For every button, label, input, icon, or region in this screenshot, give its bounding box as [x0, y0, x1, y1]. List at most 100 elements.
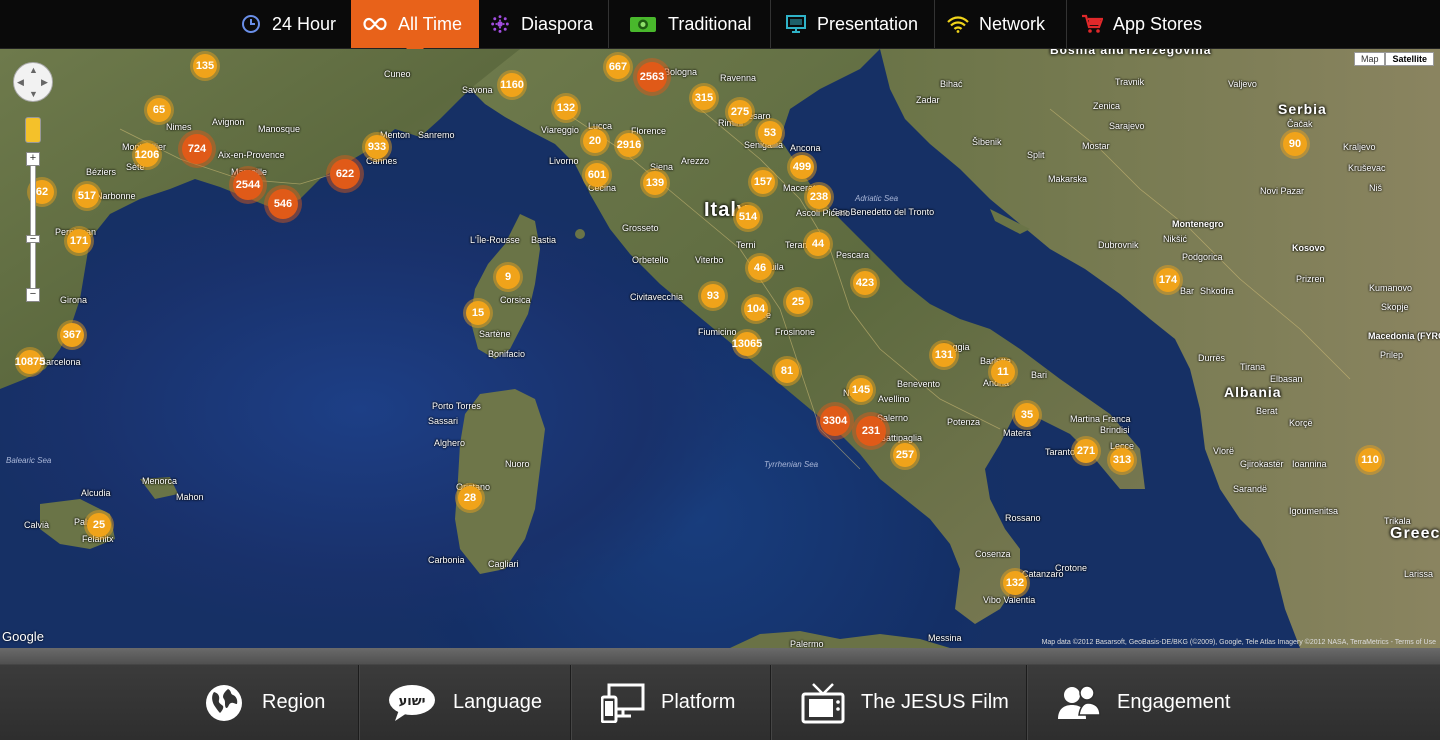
place-label: Bar — [1180, 286, 1195, 296]
monitor-icon — [785, 13, 807, 35]
map-marker[interactable]: 238 — [807, 185, 831, 209]
projector-icon — [628, 13, 658, 35]
map-marker[interactable]: 315 — [692, 86, 716, 110]
tab-traditional[interactable]: Traditional — [608, 0, 770, 48]
map-marker[interactable]: 132 — [554, 96, 578, 120]
map-marker[interactable]: 1206 — [135, 143, 159, 167]
map-marker[interactable]: 13065 — [732, 332, 762, 356]
zoom-out-button[interactable]: − — [26, 288, 40, 302]
place-label: Bastia — [531, 235, 557, 245]
map-marker[interactable]: 35 — [1015, 403, 1039, 427]
map-marker[interactable]: 9 — [496, 265, 520, 289]
map-marker[interactable]: 601 — [585, 163, 609, 187]
tab-language[interactable]: ישוע Language — [358, 665, 570, 740]
tab-presentation[interactable]: Presentation — [770, 0, 934, 48]
map-marker[interactable]: 28 — [458, 486, 482, 510]
map-pan-control[interactable]: ▲ ▼ ◀ ▶ — [13, 62, 53, 102]
pan-right-icon[interactable]: ▶ — [41, 77, 48, 88]
map-marker[interactable]: 15 — [466, 301, 490, 325]
pan-left-icon[interactable]: ◀ — [17, 77, 24, 88]
street-view-pegman-icon[interactable] — [25, 117, 41, 143]
map-marker[interactable]: 423 — [853, 271, 877, 295]
pan-up-icon[interactable]: ▲ — [29, 65, 38, 75]
tab-platform[interactable]: Platform — [570, 665, 770, 740]
map-marker[interactable]: 313 — [1110, 448, 1134, 472]
map-marker[interactable]: 275 — [728, 100, 752, 124]
map-type-satellite-button[interactable]: Satellite — [1385, 52, 1434, 66]
place-label: Savona — [462, 85, 493, 95]
map-marker[interactable]: 46 — [748, 256, 772, 280]
country-label: Macedonia (FYROM) — [1368, 331, 1440, 341]
map-marker[interactable]: 2563 — [637, 62, 667, 92]
map-marker[interactable]: 622 — [330, 159, 360, 189]
map-marker[interactable]: 53 — [758, 121, 782, 145]
tab-network[interactable]: Network — [934, 0, 1066, 48]
map-marker[interactable]: 271 — [1074, 439, 1098, 463]
map-marker[interactable]: 135 — [193, 54, 217, 78]
map-marker[interactable]: 514 — [736, 205, 760, 229]
map-marker[interactable]: 2916 — [617, 133, 641, 157]
tab-region[interactable]: Region — [180, 665, 358, 740]
map-marker[interactable]: 367 — [60, 323, 84, 347]
map-marker[interactable]: 139 — [643, 171, 667, 195]
map-marker[interactable]: 1160 — [500, 73, 524, 97]
map-marker[interactable]: 157 — [751, 170, 775, 194]
map-marker[interactable]: 20 — [583, 129, 607, 153]
place-label: Taranto — [1045, 447, 1076, 457]
top-nav: 24 Hour All Time Diaspora Traditional Pr… — [0, 0, 1440, 57]
tab-label: Traditional — [668, 13, 752, 34]
place-label: Cosenza — [975, 549, 1011, 559]
place-label: Palermo — [790, 639, 824, 648]
map-marker[interactable]: 10875 — [15, 350, 45, 374]
map-marker[interactable]: 65 — [147, 98, 171, 122]
place-label: Kruševac — [1348, 163, 1386, 173]
tab-diaspora[interactable]: Diaspora — [479, 0, 608, 48]
map-marker[interactable]: 132 — [1003, 571, 1027, 595]
map-type-map-button[interactable]: Map — [1353, 52, 1386, 66]
map-marker[interactable]: 174 — [1156, 268, 1180, 292]
map-marker[interactable]: 546 — [268, 189, 298, 219]
tab-engagement[interactable]: Engagement — [1026, 665, 1286, 740]
map-marker[interactable]: 81 — [775, 359, 799, 383]
sea-label: Balearic Sea — [6, 456, 52, 465]
pan-down-icon[interactable]: ▼ — [29, 89, 38, 99]
map-marker[interactable]: 724 — [182, 134, 212, 164]
map-marker[interactable]: 25 — [786, 290, 810, 314]
zoom-slider[interactable]: + − − — [26, 152, 40, 302]
map-marker[interactable]: 93 — [701, 284, 725, 308]
map-attribution[interactable]: Map data ©2012 Basarsoft, GeoBasis-DE/BK… — [1042, 639, 1436, 646]
map-marker[interactable]: 131 — [932, 343, 956, 367]
place-label: Igoumenitsa — [1289, 506, 1339, 516]
tab-24-hour[interactable]: 24 Hour — [232, 0, 351, 48]
map-marker[interactable]: 2544 — [233, 170, 263, 200]
place-label: Mahon — [176, 492, 204, 502]
satellite-map[interactable]: Italy Serbia Albania Montenegro Kosovo B… — [0, 49, 1440, 648]
map-marker[interactable]: 3304 — [820, 406, 850, 436]
map-marker[interactable]: 25 — [87, 513, 111, 537]
place-label: Battipaglia — [880, 433, 923, 443]
tab-label: The JESUS Film — [861, 691, 1009, 713]
tab-all-time[interactable]: All Time — [351, 0, 479, 57]
map-marker[interactable]: 104 — [744, 297, 768, 321]
map-marker[interactable]: 667 — [606, 55, 630, 79]
zoom-track[interactable] — [30, 162, 36, 294]
place-label: Niš — [1369, 183, 1382, 193]
map-marker[interactable]: 231 — [856, 416, 886, 446]
map-marker[interactable]: 145 — [849, 378, 873, 402]
tab-app-stores[interactable]: App Stores — [1066, 0, 1216, 48]
zoom-handle[interactable]: − — [26, 234, 40, 245]
map-marker[interactable]: 90 — [1283, 132, 1307, 156]
map-marker[interactable]: 257 — [893, 443, 917, 467]
map-marker[interactable]: 171 — [67, 229, 91, 253]
map-marker[interactable]: 44 — [806, 232, 830, 256]
tab-jesus-film[interactable]: The JESUS Film — [770, 665, 1026, 740]
map-marker[interactable]: 933 — [365, 135, 389, 159]
place-label: Alcudia — [81, 488, 111, 498]
place-label: Zadar — [916, 95, 940, 105]
map-marker[interactable]: 110 — [1358, 448, 1382, 472]
zoom-in-button[interactable]: + — [26, 152, 40, 166]
map-marker[interactable]: 11 — [991, 360, 1015, 384]
map-marker[interactable]: 499 — [790, 155, 814, 179]
map-marker[interactable]: 517 — [75, 184, 99, 208]
place-label: Sassari — [428, 416, 459, 426]
